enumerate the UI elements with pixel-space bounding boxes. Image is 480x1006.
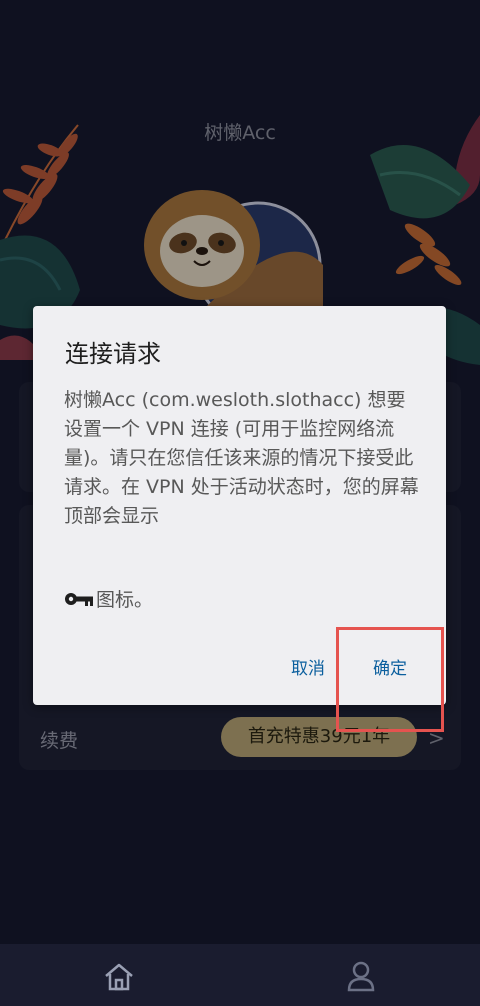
key-icon xyxy=(65,592,93,606)
confirm-highlight-box xyxy=(336,627,444,732)
profile-icon[interactable] xyxy=(346,960,376,992)
dialog-message: 树懒Acc (com.wesloth.slothacc) 想要设置一个 VPN … xyxy=(64,389,419,527)
cancel-button[interactable]: 取消 xyxy=(291,654,325,679)
bottom-nav xyxy=(0,944,480,1006)
home-icon[interactable] xyxy=(103,961,135,993)
dialog-title: 连接请求 xyxy=(65,340,161,368)
dialog-note: 图标。 xyxy=(64,585,153,612)
dialog-note-text: 图标。 xyxy=(96,589,154,611)
